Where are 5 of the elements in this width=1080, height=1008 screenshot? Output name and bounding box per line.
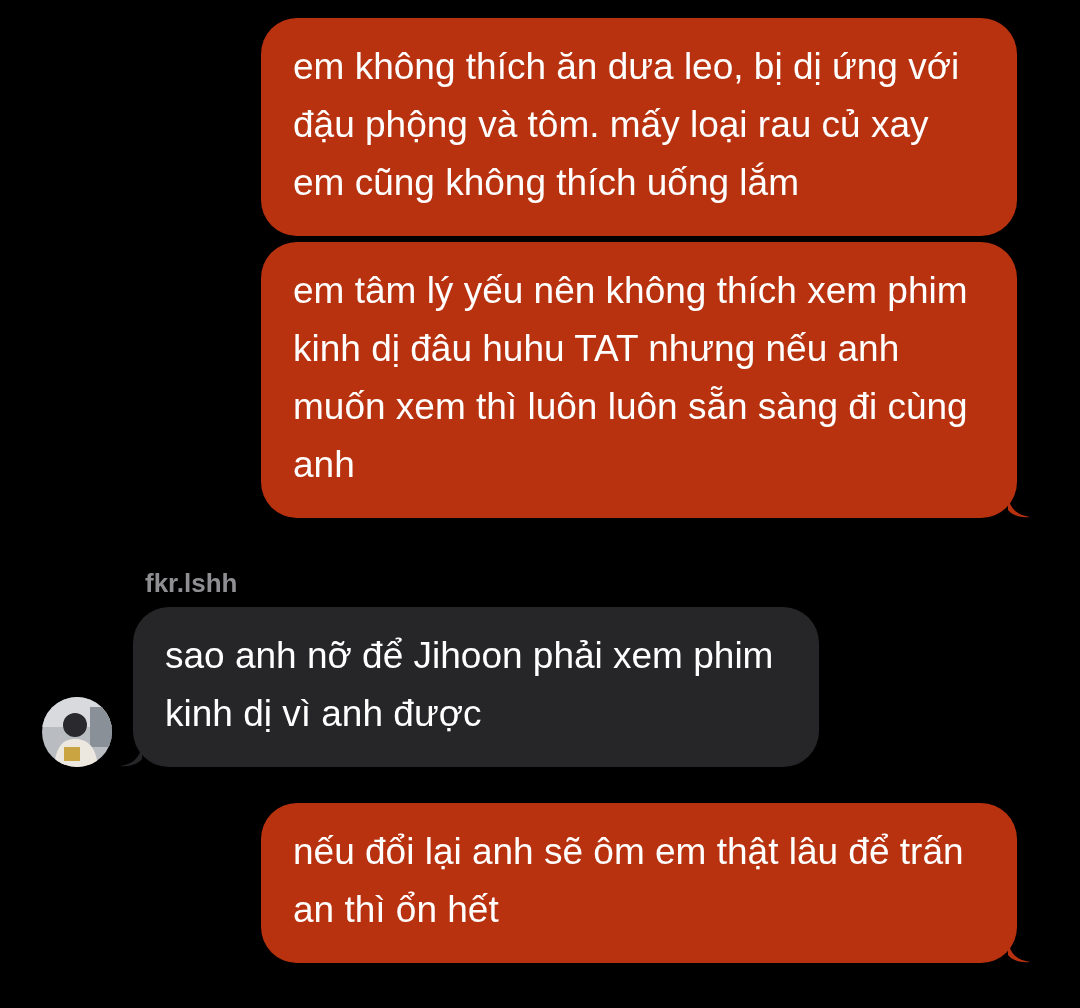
message-bubble: nếu đổi lại anh sẽ ôm em thật lâu để trấn an thì ổn hết [261,803,1017,963]
message-bubble: em tâm lý yếu nên không thích xem phim kinh dị đâu huhu TAT nhưng nếu anh muốn xem thì luôn luôn sẵn sàng đi cùng anh [261,242,1017,518]
message-bubble: em không thích ăn dưa leo, bị dị ứng với đậu phộng và tôm. mấy loại rau củ xay em cũng không thích uống lắm [261,18,1017,236]
message-bubble: sao anh nỡ để Jihoon phải xem phim kinh dị vì anh được [133,607,819,767]
sender-name: fkr.lshh [145,568,239,599]
